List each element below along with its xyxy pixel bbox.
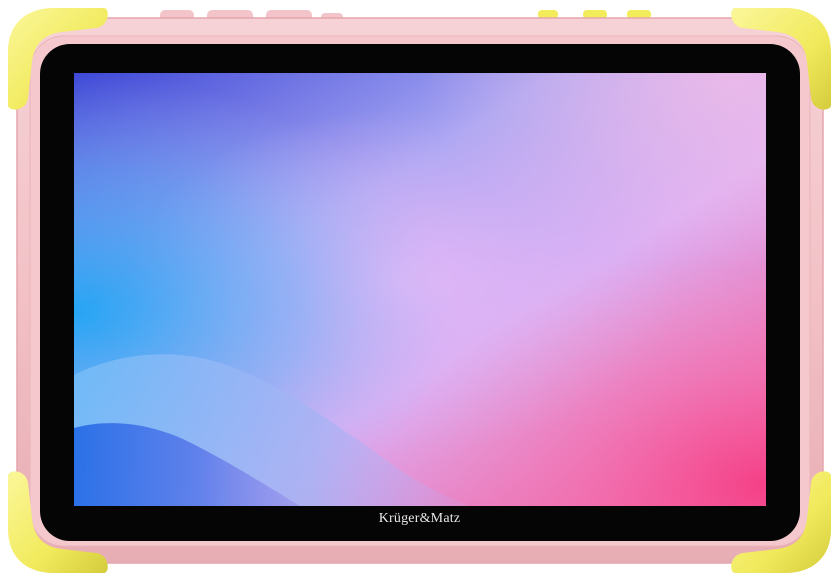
home-screen[interactable] (74, 73, 766, 506)
brand-logo: Krüger&Matz (378, 511, 461, 526)
tablet-device (8, 8, 831, 573)
